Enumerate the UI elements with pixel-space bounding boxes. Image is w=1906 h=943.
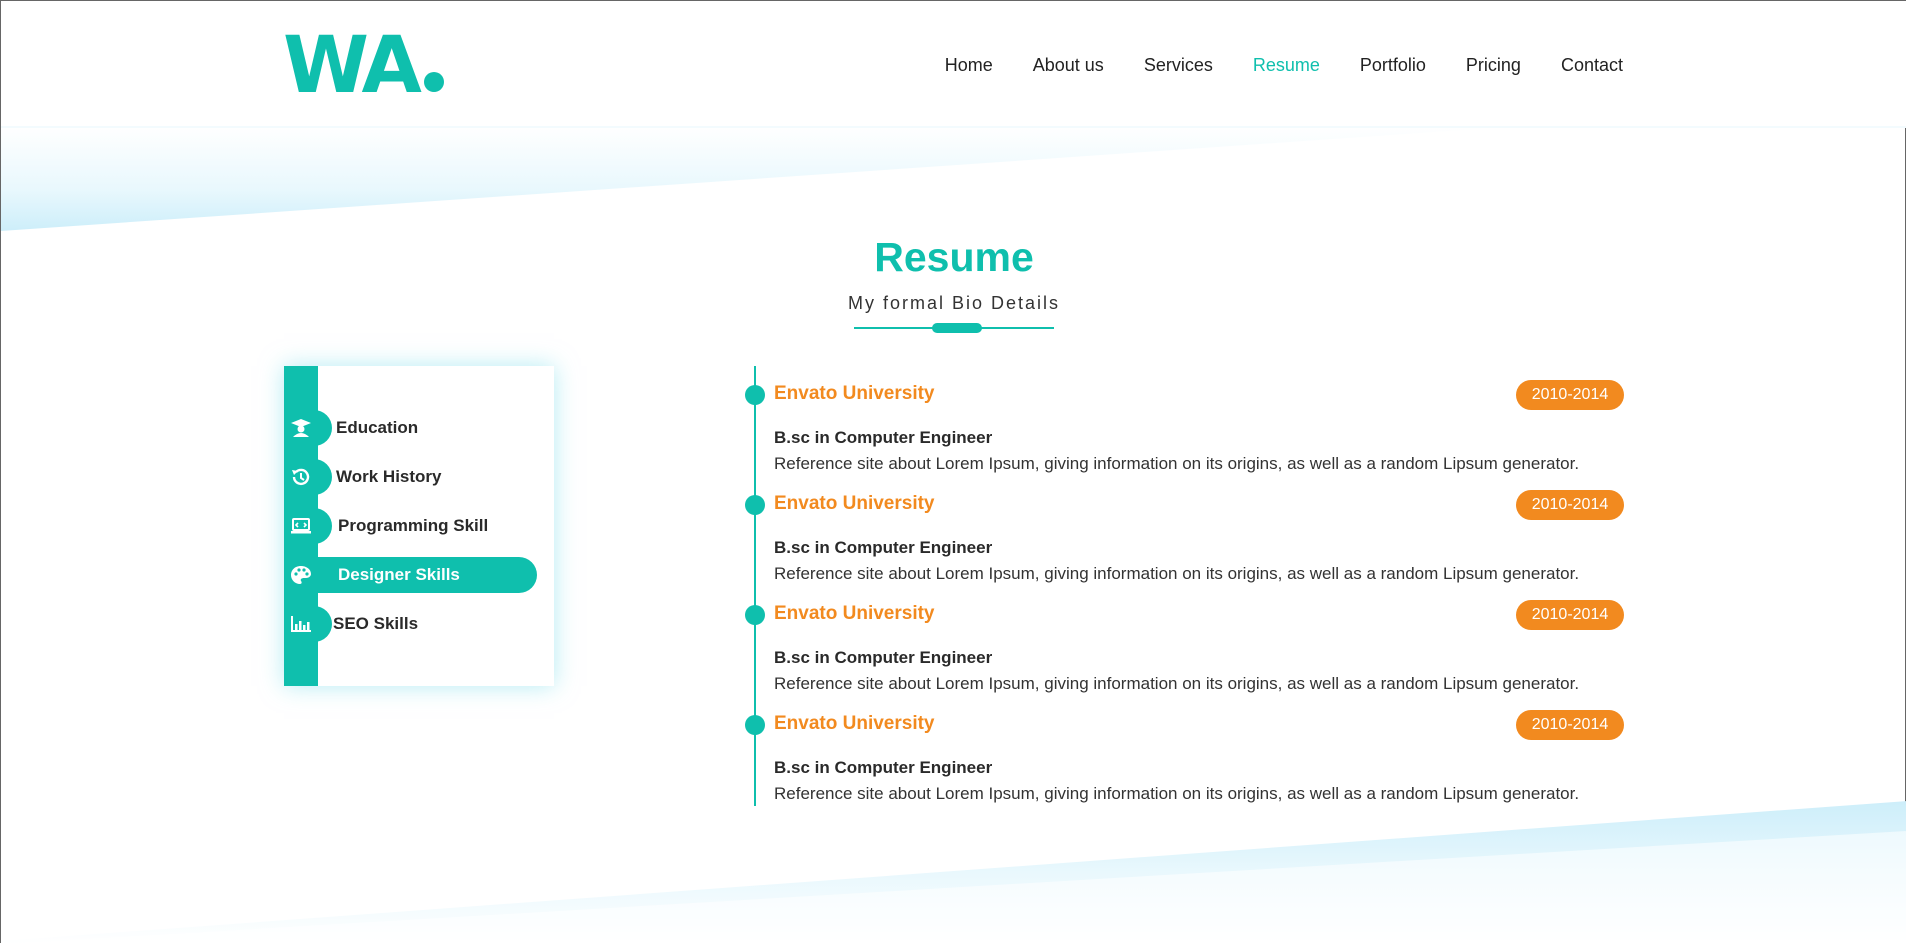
resume-tabs: Education Work History Programming Skill… — [284, 366, 554, 686]
logo[interactable]: WA — [283, 21, 444, 111]
graduate-icon — [288, 416, 314, 440]
tab-label: Designer Skills — [338, 565, 460, 584]
timeline-bullet — [745, 605, 765, 625]
entry-description: Reference site about Lorem Ipsum, giving… — [774, 564, 1580, 583]
entry-description: Reference site about Lorem Ipsum, giving… — [774, 454, 1580, 473]
entry-description: Reference site about Lorem Ipsum, giving… — [774, 674, 1580, 693]
history-icon — [288, 465, 314, 489]
nav-home[interactable]: Home — [945, 53, 993, 77]
school-name: Envato University — [774, 713, 935, 734]
years-badge: 2010-2014 — [1516, 600, 1624, 630]
bar-chart-icon — [288, 612, 314, 636]
tab-work-history[interactable]: Work History — [284, 459, 544, 495]
laptop-code-icon — [288, 514, 314, 538]
site-header: WA Home About us Services Resume Portfol… — [1, 1, 1906, 126]
education-timeline: Envato University 2010-2014 B.sc in Comp… — [745, 366, 1624, 806]
tab-label: Education — [336, 418, 419, 437]
entry-description: Reference site about Lorem Ipsum, giving… — [774, 784, 1580, 803]
decorative-band-bottom — [1, 801, 1906, 943]
section-subtitle: My formal Bio Details — [847, 293, 1061, 313]
title-divider — [854, 322, 1054, 334]
nav-services[interactable]: Services — [1144, 53, 1213, 77]
degree-title: B.sc in Computer Engineer — [774, 428, 993, 447]
palette-icon — [288, 563, 314, 587]
school-name: Envato University — [774, 603, 935, 624]
years-badge: 2010-2014 — [1516, 710, 1624, 740]
tab-label: SEO Skills — [333, 614, 419, 633]
section-title: Resume — [874, 234, 1034, 280]
timeline-bullet — [745, 495, 765, 515]
tab-education[interactable]: Education — [284, 410, 544, 446]
timeline-entry: Envato University 2010-2014 B.sc in Comp… — [745, 586, 1624, 696]
years-badge: 2010-2014 — [1516, 380, 1624, 410]
years-badge: 2010-2014 — [1516, 490, 1624, 520]
section-heading: Resume My formal Bio Details — [1, 231, 1906, 334]
nav-resume[interactable]: Resume — [1253, 53, 1320, 77]
degree-title: B.sc in Computer Engineer — [774, 538, 993, 557]
tab-programming-skill[interactable]: Programming Skill — [284, 508, 544, 544]
tab-designer-skills[interactable]: Designer Skills — [284, 557, 544, 593]
tab-seo-skills[interactable]: SEO Skills — [284, 606, 544, 642]
nav-pricing[interactable]: Pricing — [1466, 53, 1521, 77]
timeline-entry: Envato University 2010-2014 B.sc in Comp… — [745, 366, 1624, 476]
decorative-band-top — [1, 126, 1906, 231]
tab-label: Work History — [336, 467, 442, 486]
nav-portfolio[interactable]: Portfolio — [1360, 53, 1426, 77]
logo-dot — [423, 72, 444, 92]
logo-text: WA — [283, 21, 422, 111]
degree-title: B.sc in Computer Engineer — [774, 648, 993, 667]
degree-title: B.sc in Computer Engineer — [774, 758, 993, 777]
school-name: Envato University — [774, 383, 935, 404]
timeline-entry: Envato University 2010-2014 B.sc in Comp… — [745, 696, 1624, 806]
tab-label: Programming Skill — [338, 516, 489, 535]
nav-contact[interactable]: Contact — [1561, 53, 1623, 77]
nav-about[interactable]: About us — [1033, 53, 1104, 77]
timeline-bullet — [745, 385, 765, 405]
school-name: Envato University — [774, 493, 935, 514]
main-nav: Home About us Services Resume Portfolio … — [945, 53, 1623, 77]
timeline-bullet — [745, 715, 765, 735]
timeline-entry: Envato University 2010-2014 B.sc in Comp… — [745, 476, 1624, 586]
